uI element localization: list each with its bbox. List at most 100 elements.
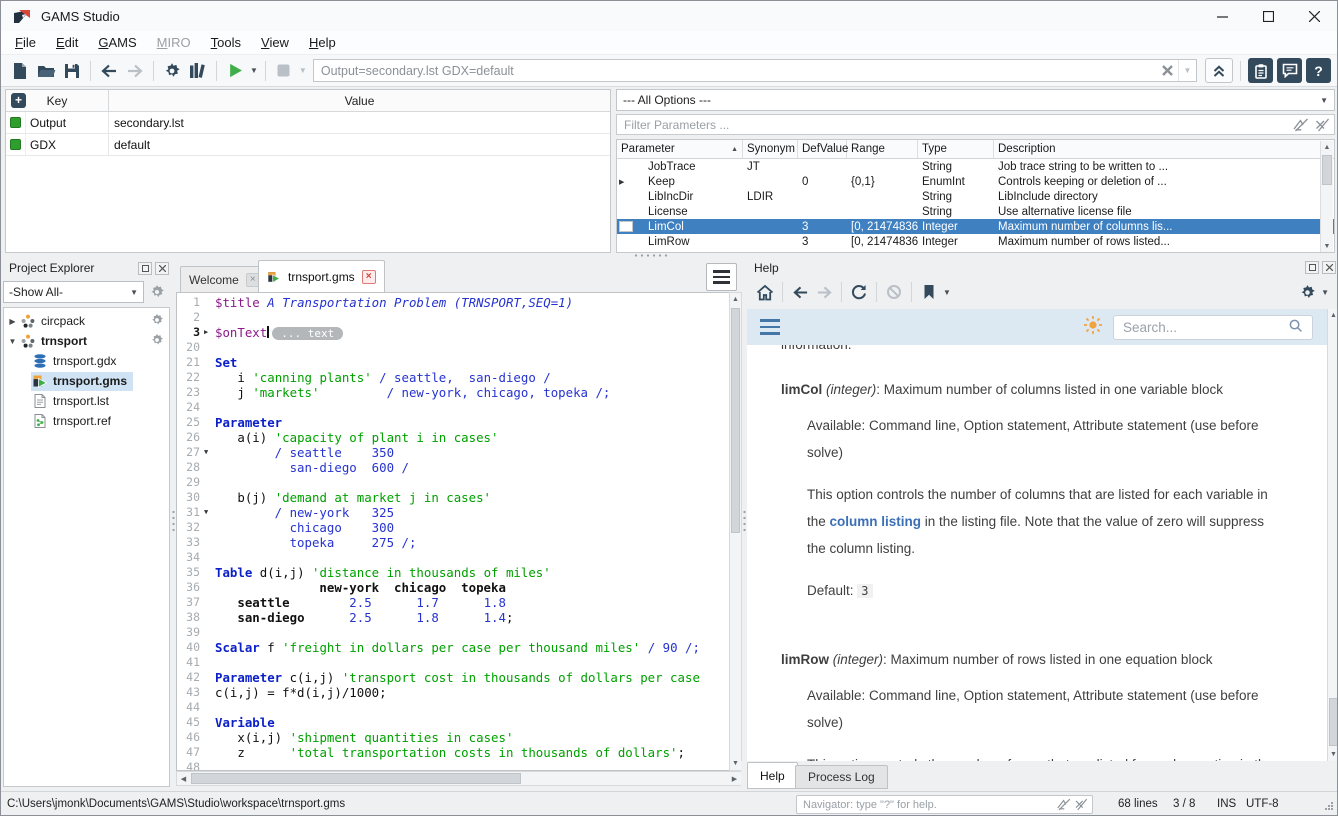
exact-match-toggle-icon[interactable]: [1292, 118, 1310, 132]
forward-button[interactable]: [123, 59, 147, 83]
option-row-libincdir[interactable]: LibIncDirLDIRStringLibInclude directory: [617, 189, 1334, 204]
regex-toggle-icon[interactable]: [1312, 118, 1330, 132]
reload-button[interactable]: [848, 281, 870, 303]
close-tab-icon[interactable]: ×: [362, 270, 376, 284]
vertical-splitter-handle[interactable]: [172, 509, 175, 535]
save-button[interactable]: [60, 59, 84, 83]
run-options-caret-icon[interactable]: ▼: [250, 66, 258, 75]
kv-value-cell[interactable]: secondary.lst: [109, 116, 610, 130]
kv-key-cell[interactable]: Output: [26, 112, 109, 133]
close-panel-icon[interactable]: [155, 262, 169, 275]
tab-welcome[interactable]: Welcome ×: [180, 266, 269, 292]
run-button[interactable]: [223, 59, 247, 83]
editor-menu-button[interactable]: [706, 263, 737, 291]
tree-item-circpack[interactable]: ▶circpack: [4, 311, 169, 331]
model-library-button[interactable]: [186, 59, 210, 83]
kv-row[interactable]: Outputsecondary.lst: [6, 112, 610, 134]
close-button[interactable]: [1291, 1, 1337, 31]
dock-tab-help[interactable]: Help: [747, 762, 798, 789]
bookmark-button[interactable]: [918, 281, 940, 303]
minimize-button[interactable]: [1199, 1, 1245, 31]
menu-gams[interactable]: GAMS: [88, 33, 146, 52]
help-button[interactable]: ?: [1306, 58, 1331, 83]
tree-item-trnsport-lst[interactable]: trnsport.lst: [4, 391, 169, 411]
column-header-defvalue[interactable]: DefValue: [798, 140, 847, 158]
help-forward-button[interactable]: [813, 281, 835, 303]
expand-arrow-icon[interactable]: ▶: [6, 317, 19, 326]
help-settings-gear-icon[interactable]: [1296, 281, 1318, 303]
menu-view[interactable]: View: [251, 33, 299, 52]
project-options-gear-icon[interactable]: [150, 333, 164, 350]
resize-grip[interactable]: [1324, 801, 1334, 814]
column-header-synonym[interactable]: Synonym: [743, 140, 798, 158]
help-scrollbar[interactable]: ▲ ▼: [1327, 309, 1338, 761]
settings-gear-button[interactable]: [160, 59, 184, 83]
clear-parameters-icon[interactable]: [1156, 60, 1178, 81]
tree-item-trnsport-gdx[interactable]: trnsport.gdx: [4, 351, 169, 371]
doc-nav-menu-icon[interactable]: [760, 319, 780, 335]
tab-trnsport-gms[interactable]: trnsport.gms ×: [258, 260, 385, 292]
scroll-right-icon[interactable]: ▶: [728, 772, 741, 785]
menu-file[interactable]: File: [5, 33, 46, 52]
parameter-history-caret-icon[interactable]: ▼: [1178, 60, 1196, 81]
filter-parameters-input[interactable]: Filter Parameters ...: [616, 114, 1335, 135]
scroll-left-icon[interactable]: ◀: [177, 772, 190, 785]
expand-row-icon[interactable]: ▶: [619, 178, 624, 186]
kv-key-column-header[interactable]: + Key: [6, 90, 109, 111]
scroll-up-icon[interactable]: ▲: [1328, 309, 1338, 322]
tree-item-trnsport-ref[interactable]: trnsport.ref: [4, 411, 169, 431]
doc-search-input[interactable]: Search...: [1113, 315, 1313, 340]
menu-edit[interactable]: Edit: [46, 33, 88, 52]
exact-match-toggle-icon[interactable]: [1056, 798, 1072, 811]
help-settings-caret-icon[interactable]: ▼: [1321, 288, 1329, 297]
float-panel-icon[interactable]: [1305, 261, 1319, 274]
home-button[interactable]: [754, 281, 776, 303]
project-options-gear-icon[interactable]: [150, 313, 164, 330]
kv-key-cell[interactable]: GDX: [26, 134, 109, 155]
kv-value-cell[interactable]: default: [109, 138, 610, 152]
folded-block-pill[interactable]: ... text: [272, 327, 343, 340]
tree-item-trnsport[interactable]: ▼trnsport: [4, 331, 169, 351]
scroll-down-icon[interactable]: ▼: [730, 757, 741, 770]
option-row-limrow[interactable]: LimRow3[0, 2147483647]IntegerMaximum num…: [617, 234, 1334, 249]
option-group-combo[interactable]: --- All Options --- ▼: [616, 89, 1335, 111]
encoding-label[interactable]: UTF-8: [1246, 798, 1279, 810]
horizontal-splitter-handle[interactable]: [633, 254, 669, 257]
kv-value-column-header[interactable]: Value: [109, 90, 610, 111]
column-header-type[interactable]: Type: [918, 140, 994, 158]
scrollbar-thumb[interactable]: [731, 308, 740, 533]
collapse-all-button[interactable]: [1205, 58, 1233, 83]
option-row-keep[interactable]: ▶Keep0{0,1}EnumIntControls keeping or de…: [617, 174, 1334, 189]
bookmark-caret-icon[interactable]: ▼: [943, 288, 951, 297]
new-file-button[interactable]: [8, 59, 32, 83]
scrollbar-thumb[interactable]: [1329, 698, 1338, 746]
command-parameter-combo[interactable]: Output=secondary.lst GDX=default ▼: [313, 59, 1197, 82]
scroll-down-icon[interactable]: ▼: [1321, 240, 1333, 253]
theme-toggle-sun-icon[interactable]: [1083, 315, 1103, 340]
back-button[interactable]: [97, 59, 121, 83]
option-row-jobtrace[interactable]: JobTraceJTStringJob trace string to be w…: [617, 159, 1334, 174]
help-link[interactable]: column listing: [830, 514, 922, 529]
fold-marker-icon[interactable]: ▼: [204, 505, 215, 520]
input-mode-label[interactable]: INS: [1217, 798, 1236, 810]
collapse-arrow-icon[interactable]: ▼: [6, 337, 19, 346]
float-panel-icon[interactable]: [138, 262, 152, 275]
tree-item-trnsport-gms[interactable]: trnsport.gms: [4, 371, 169, 391]
column-header-parameter[interactable]: Parameter▲: [617, 140, 743, 158]
stop-options-caret-icon[interactable]: ▼: [299, 66, 307, 75]
help-back-button[interactable]: [789, 281, 811, 303]
column-header-description[interactable]: Description: [994, 140, 1334, 158]
option-row-license[interactable]: LicenseStringUse alternative license fil…: [617, 204, 1334, 219]
regex-toggle-icon[interactable]: [1072, 798, 1088, 811]
open-file-button[interactable]: [34, 59, 58, 83]
navigator-input[interactable]: Navigator: type "?" for help.: [796, 795, 1093, 814]
show-filter-combo[interactable]: -Show All- ▼: [3, 281, 144, 303]
kv-row[interactable]: GDXdefault: [6, 134, 610, 156]
stop-button[interactable]: [272, 59, 296, 83]
menu-tools[interactable]: Tools: [201, 33, 251, 52]
menu-miro[interactable]: MIRO: [147, 33, 201, 52]
scrollbar-thumb[interactable]: [1322, 155, 1332, 185]
fold-marker-icon[interactable]: ▶: [204, 325, 215, 340]
show-option-editor-button[interactable]: [1248, 58, 1273, 83]
option-row-limcol[interactable]: LimCol3[0, 2147483647]IntegerMaximum num…: [617, 219, 1334, 234]
